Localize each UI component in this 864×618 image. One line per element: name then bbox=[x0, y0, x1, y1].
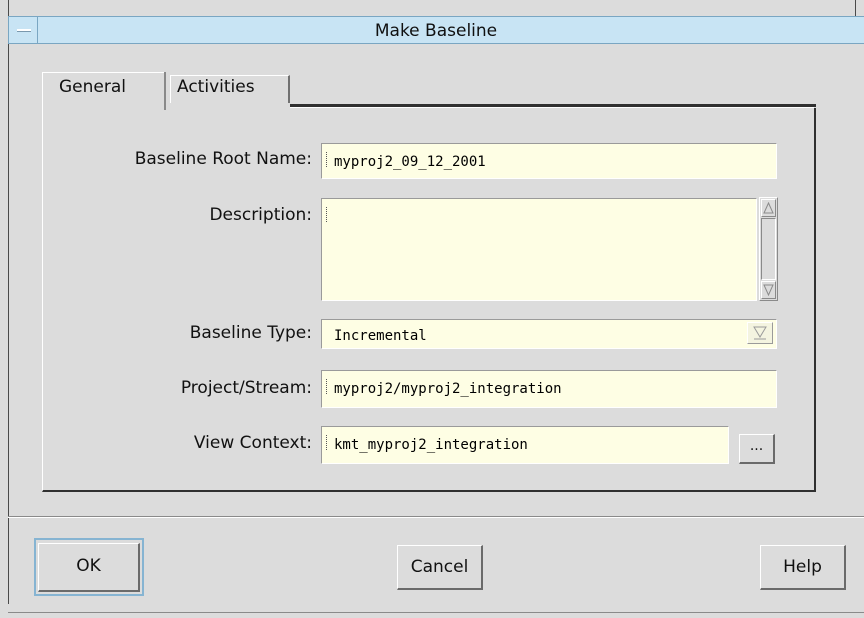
window-frame-left bbox=[8, 44, 9, 604]
project-stream-label: Project/Stream: bbox=[180, 378, 312, 398]
baseline-root-name-label: Baseline Root Name: bbox=[134, 149, 312, 169]
cancel-button[interactable]: Cancel bbox=[397, 545, 483, 590]
project-stream-field[interactable]: myproj2/myproj2_integration bbox=[321, 370, 777, 408]
scrollbar-track[interactable] bbox=[761, 218, 776, 280]
tab-general[interactable]: General bbox=[42, 72, 166, 112]
scroll-up-arrow-icon[interactable] bbox=[761, 199, 776, 217]
make-baseline-dialog: Make Baseline General Activities Baselin… bbox=[0, 0, 864, 618]
ok-button[interactable]: OK bbox=[38, 543, 140, 592]
description-field[interactable] bbox=[321, 198, 757, 301]
text-caret bbox=[326, 435, 328, 450]
description-scrollbar[interactable] bbox=[759, 197, 778, 301]
tab-activities[interactable]: Activities bbox=[170, 75, 290, 103]
baseline-type-select[interactable]: Incremental bbox=[321, 319, 777, 349]
browse-button[interactable]: ... bbox=[739, 434, 775, 464]
baseline-root-name-value: myproj2_09_12_2001 bbox=[334, 154, 486, 170]
title-bar[interactable]: Make Baseline bbox=[8, 16, 864, 44]
text-caret bbox=[326, 207, 328, 222]
baseline-root-name-field[interactable]: myproj2_09_12_2001 bbox=[321, 143, 777, 179]
baseline-type-value: Incremental bbox=[334, 328, 427, 344]
baseline-type-label: Baseline Type: bbox=[189, 323, 312, 343]
text-caret bbox=[326, 379, 328, 394]
tab-activities-label: Activities bbox=[177, 77, 255, 97]
dropdown-arrow-icon[interactable] bbox=[747, 322, 773, 344]
tab-general-edge bbox=[164, 72, 166, 110]
scroll-down-arrow-icon[interactable] bbox=[761, 281, 776, 299]
help-button[interactable]: Help bbox=[760, 545, 846, 590]
view-context-label: View Context: bbox=[193, 433, 312, 453]
text-caret bbox=[326, 152, 328, 167]
project-stream-value: myproj2/myproj2_integration bbox=[334, 381, 562, 397]
view-context-value: kmt_myproj2_integration bbox=[334, 437, 528, 453]
tab-general-label: General bbox=[59, 77, 126, 97]
description-label: Description: bbox=[209, 205, 312, 225]
view-context-field[interactable]: kmt_myproj2_integration bbox=[321, 426, 729, 464]
window-title: Make Baseline bbox=[374, 21, 498, 41]
window-frame-bottom bbox=[8, 612, 864, 613]
button-area-separator bbox=[8, 516, 864, 518]
